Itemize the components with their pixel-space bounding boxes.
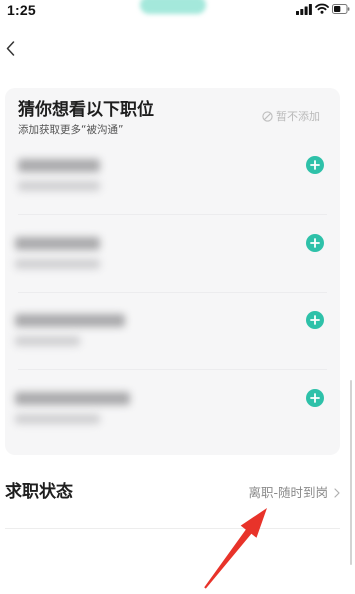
plus-icon [310,393,320,403]
blurred-job-title [15,237,100,250]
job-status-value: 离职-随时到岗 [248,485,328,500]
card-subtitle: 添加获取更多“被沟通” [18,124,124,136]
blurred-job-detail [15,414,100,424]
add-job-button[interactable] [306,234,324,252]
status-indicator-pill [140,0,206,14]
job-status-selector[interactable]: 离职-随时到岗 [248,485,340,500]
blurred-job-title [15,314,125,327]
card-title: 猜你想看以下职位 [18,100,154,120]
plus-icon [310,315,320,325]
plus-icon [310,238,320,248]
blurred-job-detail [15,336,80,346]
job-suggestion-item[interactable] [5,388,340,438]
ban-icon [262,111,273,122]
annotation-arrow [204,508,267,589]
job-status-label[interactable]: 求职状态 [5,482,73,502]
divider [5,528,340,529]
divider [18,292,327,293]
blurred-job-detail [18,181,100,191]
dismiss-button[interactable]: 暂不添加 [262,110,320,123]
status-time: 1:25 [7,2,36,18]
add-job-button[interactable] [306,311,324,329]
dismiss-label: 暂不添加 [276,110,320,123]
divider [18,214,327,215]
blurred-job-title [18,159,100,172]
battery-icon [332,4,350,14]
job-suggestion-item[interactable] [5,155,340,205]
chevron-right-icon [334,487,340,498]
back-button[interactable] [2,38,18,58]
job-suggestion-item[interactable] [5,310,340,360]
add-job-button[interactable] [306,389,324,407]
add-job-button[interactable] [306,156,324,174]
blurred-job-title [15,392,130,405]
divider [18,369,327,370]
job-suggestion-item[interactable] [5,233,340,283]
wifi-icon [315,3,329,14]
chevron-left-icon [6,40,14,56]
recommended-jobs-card: 猜你想看以下职位 添加获取更多“被沟通” 暂不添加 [5,88,340,455]
plus-icon [310,160,320,170]
signal-icon [296,4,312,15]
blurred-job-detail [15,259,100,269]
scrollbar[interactable] [350,380,352,565]
